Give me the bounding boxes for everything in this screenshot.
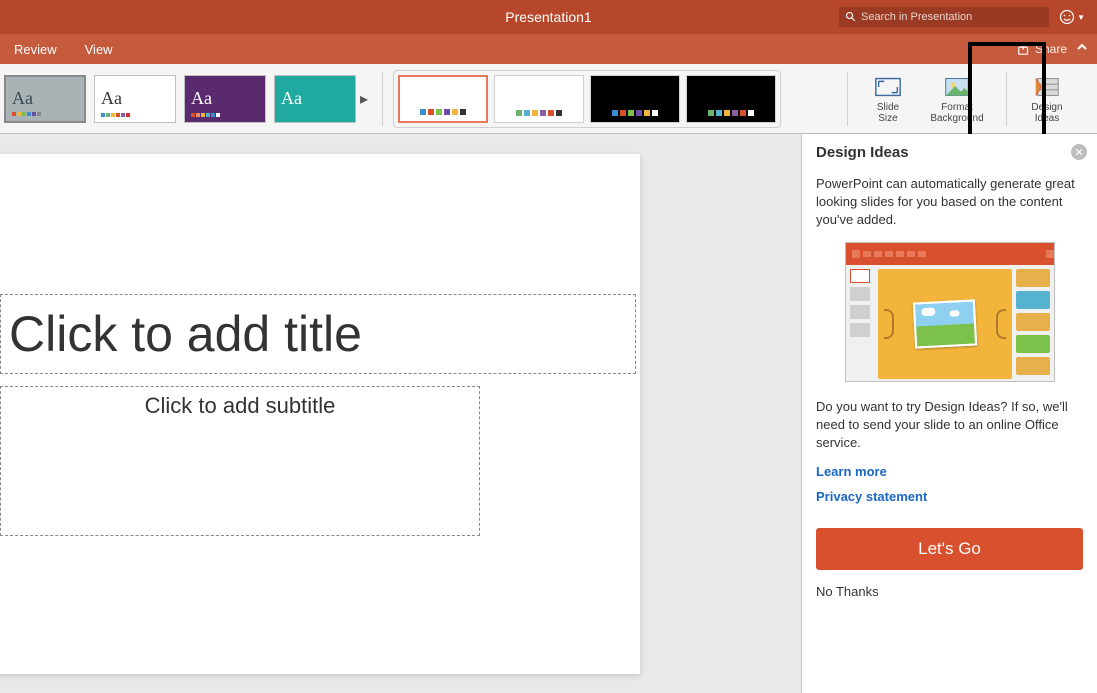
variant-thumb[interactable] bbox=[494, 75, 584, 123]
panel-title: Design Ideas bbox=[816, 144, 1083, 161]
close-panel-button[interactable]: ✕ bbox=[1071, 144, 1087, 160]
search-field[interactable] bbox=[839, 7, 1049, 27]
panel-intro-text: PowerPoint can automatically generate gr… bbox=[816, 175, 1083, 230]
smile-icon bbox=[1059, 9, 1075, 25]
format-background-icon bbox=[942, 74, 972, 100]
close-icon: ✕ bbox=[1074, 146, 1083, 159]
ribbon-separator bbox=[1006, 72, 1007, 126]
feedback-smile-button[interactable]: ▼ bbox=[1059, 9, 1085, 25]
tab-review[interactable]: Review bbox=[0, 34, 71, 64]
ribbon-separator bbox=[382, 72, 383, 126]
title-bar: Presentation1 ▼ bbox=[0, 0, 1097, 34]
slide-size-button[interactable]: Slide Size bbox=[858, 72, 918, 126]
share-icon bbox=[1017, 42, 1031, 56]
design-ideas-panel: ✕ Design Ideas PowerPoint can automatica… bbox=[801, 134, 1097, 693]
theme-thumb[interactable]: Aa bbox=[4, 75, 86, 123]
design-ideas-icon bbox=[1032, 74, 1062, 100]
no-thanks-button[interactable]: No Thanks bbox=[816, 584, 1083, 599]
window-title: Presentation1 bbox=[505, 9, 591, 25]
subtitle-placeholder[interactable]: Click to add subtitle bbox=[0, 386, 480, 536]
slide-size-icon bbox=[873, 74, 903, 100]
share-button[interactable]: Share bbox=[1017, 42, 1067, 56]
chevron-down-icon: ▼ bbox=[1077, 13, 1085, 22]
privacy-link[interactable]: Privacy statement bbox=[816, 489, 1083, 504]
ribbon-separator bbox=[847, 72, 848, 126]
variant-thumb[interactable] bbox=[398, 75, 488, 123]
lets-go-button[interactable]: Let's Go bbox=[816, 528, 1083, 570]
more-themes-button[interactable]: ▸ bbox=[356, 75, 372, 123]
format-background-button[interactable]: Format Background bbox=[918, 72, 996, 126]
variant-gallery bbox=[393, 70, 781, 128]
panel-prompt-text: Do you want to try Design Ideas? If so, … bbox=[816, 398, 1083, 453]
variant-thumb[interactable] bbox=[686, 75, 776, 123]
slide[interactable]: Click to add title Click to add subtitle bbox=[0, 154, 640, 674]
theme-thumb[interactable]: Aa bbox=[184, 75, 266, 123]
search-input[interactable] bbox=[861, 11, 1043, 23]
design-ideas-illustration bbox=[845, 242, 1055, 382]
learn-more-link[interactable]: Learn more bbox=[816, 464, 1083, 479]
theme-thumb[interactable]: Aa bbox=[274, 75, 356, 123]
search-icon bbox=[845, 11, 857, 23]
theme-gallery: AaAaAaAa bbox=[4, 75, 356, 123]
ribbon-tabs: Review View Share bbox=[0, 34, 1097, 64]
chevron-up-icon bbox=[1075, 40, 1089, 54]
tab-view[interactable]: View bbox=[71, 34, 127, 64]
workspace: Click to add title Click to add subtitle… bbox=[0, 134, 1097, 693]
variant-thumb[interactable] bbox=[590, 75, 680, 123]
theme-thumb[interactable]: Aa bbox=[94, 75, 176, 123]
design-ideas-button[interactable]: Design Ideas bbox=[1017, 72, 1077, 126]
design-ribbon: AaAaAaAa ▸ Slide Size Format Background … bbox=[0, 64, 1097, 134]
slide-canvas-area: Click to add title Click to add subtitle bbox=[0, 134, 801, 693]
title-placeholder[interactable]: Click to add title bbox=[0, 294, 636, 374]
collapse-ribbon-button[interactable] bbox=[1075, 40, 1089, 59]
